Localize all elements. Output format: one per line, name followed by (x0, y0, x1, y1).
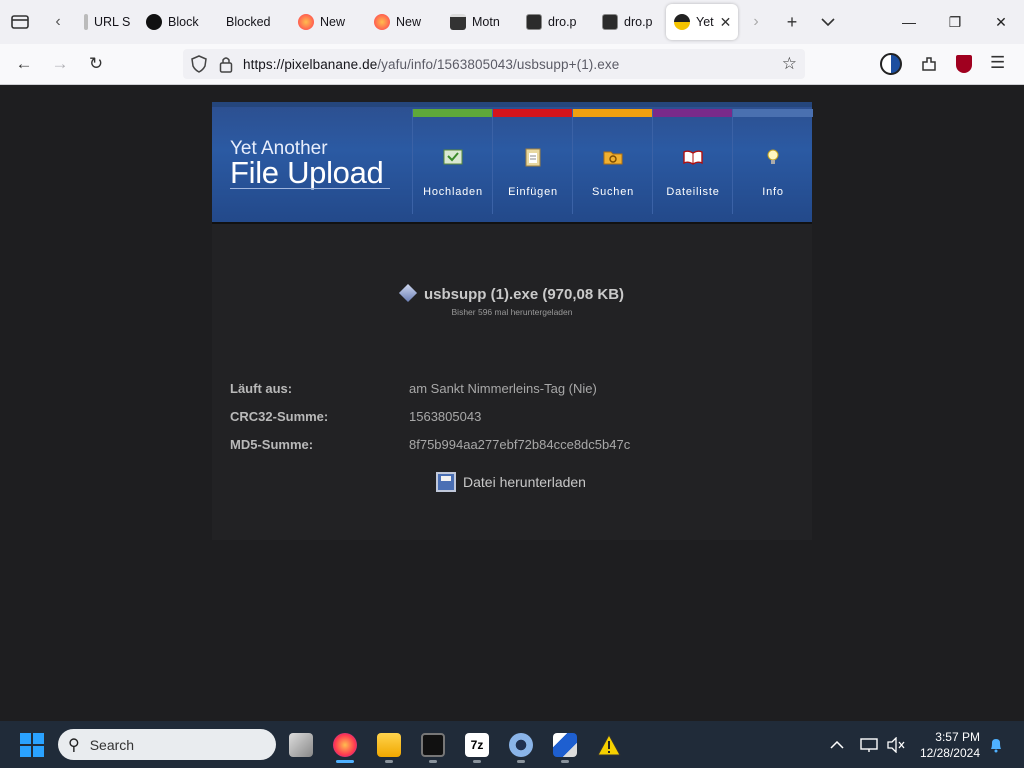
tab-scroll-right-icon[interactable]: › (738, 0, 774, 44)
firefox-view-button[interactable] (0, 0, 40, 44)
menu-item-info[interactable]: Info (732, 109, 813, 214)
running-indicator (385, 760, 393, 763)
lock-icon[interactable] (219, 55, 233, 73)
download-link[interactable]: Datei herunterladen (436, 472, 586, 492)
firefox-view-icon (11, 15, 29, 29)
tab[interactable]: dro.p (594, 4, 666, 40)
menu-color-bar (653, 109, 733, 117)
warning-icon (597, 733, 621, 756)
tab[interactable]: New (290, 4, 366, 40)
gear-icon (509, 733, 533, 757)
yafu-container: Yet Another File Upload Hochladen Einfüg… (212, 102, 813, 540)
reload-icon[interactable]: ↻ (78, 48, 114, 80)
menu-item-suchen[interactable]: Suchen (572, 109, 653, 214)
menu-color-bar (413, 109, 493, 117)
dark-image-icon (526, 14, 542, 30)
firefox-account-icon[interactable] (880, 53, 902, 75)
show-hidden-icons[interactable] (830, 721, 844, 768)
book-icon (683, 150, 703, 165)
new-tab-icon[interactable]: + (774, 0, 810, 44)
tab-strip: ‹ URL S Block Blocked New New Motn dro.p… (0, 0, 1024, 44)
file-title: usbsupp (1).exe (970,08 KB) (212, 283, 812, 304)
menu-color-bar (733, 109, 813, 117)
logo-underline (230, 188, 390, 189)
github-icon (146, 14, 162, 30)
taskbar-7zip[interactable]: 7z (458, 727, 496, 763)
running-indicator (561, 760, 569, 763)
lightbulb-icon (767, 149, 779, 164)
firefox-icon (374, 14, 390, 30)
menu-item-einfuegen[interactable]: Einfügen (492, 109, 573, 214)
globe-icon (84, 14, 88, 30)
notification-bell-icon[interactable] (988, 721, 1004, 768)
volume-muted-icon[interactable] (887, 721, 905, 768)
active-indicator (336, 760, 354, 763)
folder-icon (377, 733, 401, 757)
bookmark-star-icon[interactable]: ☆ (782, 54, 797, 74)
network-icon[interactable] (860, 721, 878, 768)
main-menu: Hochladen Einfügen Suchen Dateiliste Inf… (412, 109, 813, 214)
close-tab-icon[interactable]: ✕ (720, 14, 732, 31)
running-indicator (517, 760, 525, 763)
logo-line-2: File Upload (230, 155, 384, 190)
upload-icon (443, 149, 463, 165)
extensions-icon[interactable] (920, 55, 938, 73)
7zip-icon: 7z (465, 733, 489, 757)
task-view-button[interactable] (282, 727, 320, 763)
navigation-bar: ← → ↻ https://pixelbanane.de/yafu/info/1… (0, 44, 1024, 85)
dark-image-icon (602, 14, 618, 30)
tab[interactable]: Motn (442, 4, 518, 40)
minimize-icon[interactable]: — (886, 0, 932, 44)
clipboard-icon (525, 148, 541, 167)
url-text: https://pixelbanane.de/yafu/info/1563805… (243, 56, 620, 72)
search-icon: ⚲ (68, 736, 80, 754)
web-page: Yet Another File Upload Hochladen Einfüg… (0, 85, 1024, 721)
taskbar-firefox[interactable] (326, 727, 364, 763)
tab[interactable]: New (366, 4, 442, 40)
menu-item-dateiliste[interactable]: Dateiliste (652, 109, 733, 214)
system-clock[interactable]: 3:57 PM 12/28/2024 (920, 729, 980, 761)
ublock-origin-icon[interactable] (956, 55, 972, 73)
task-view-icon (289, 733, 313, 757)
running-indicator (429, 760, 437, 763)
terminal-icon (421, 733, 445, 757)
penguin-icon (674, 14, 690, 30)
taskbar-settings[interactable] (502, 727, 540, 763)
tracking-shield-icon[interactable] (191, 55, 207, 73)
menu-item-hochladen[interactable]: Hochladen (412, 109, 493, 214)
floppy-disk-icon (436, 472, 456, 492)
taskbar: ⚲ Search 7z 3:57 PM 12/28/2024 (0, 721, 1024, 768)
terminal-icon (450, 14, 466, 30)
taskbar-terminal[interactable] (414, 727, 452, 763)
header-top-line (212, 102, 812, 107)
taskbar-file-explorer[interactable] (370, 727, 408, 763)
running-indicator (473, 760, 481, 763)
taskbar-search-box[interactable]: ⚲ Search (58, 729, 276, 760)
search-folder-icon (603, 151, 623, 165)
firefox-icon (333, 733, 357, 757)
tab-scroll-left-icon[interactable]: ‹ (40, 0, 76, 44)
menu-color-bar (573, 109, 653, 117)
taskbar-app-cube[interactable] (546, 727, 584, 763)
site-header: Yet Another File Upload Hochladen Einfüg… (212, 102, 813, 224)
menu-color-bar (493, 109, 573, 117)
taskbar-warning-app[interactable] (590, 727, 628, 763)
tab[interactable]: Blocked (218, 4, 290, 40)
download-count: Bisher 596 mal heruntergeladen (451, 307, 573, 317)
cube-app-icon (553, 733, 577, 757)
restore-icon[interactable]: ❐ (932, 0, 978, 44)
url-bar[interactable]: https://pixelbanane.de/yafu/info/1563805… (183, 49, 805, 79)
tab[interactable]: Block (138, 4, 218, 40)
tab[interactable]: URL S (76, 4, 138, 40)
close-window-icon[interactable]: ✕ (978, 0, 1024, 44)
back-icon[interactable]: ← (6, 48, 42, 80)
windows-start-icon[interactable] (20, 733, 44, 757)
forward-icon[interactable]: → (42, 48, 78, 80)
tab[interactable]: dro.p (518, 4, 594, 40)
file-icon (398, 283, 418, 303)
menu-icon[interactable]: ☰ (990, 53, 1005, 73)
firefox-icon (298, 14, 314, 30)
list-all-tabs-icon[interactable] (810, 0, 846, 44)
tab-active[interactable]: Yet ✕ (666, 4, 738, 40)
